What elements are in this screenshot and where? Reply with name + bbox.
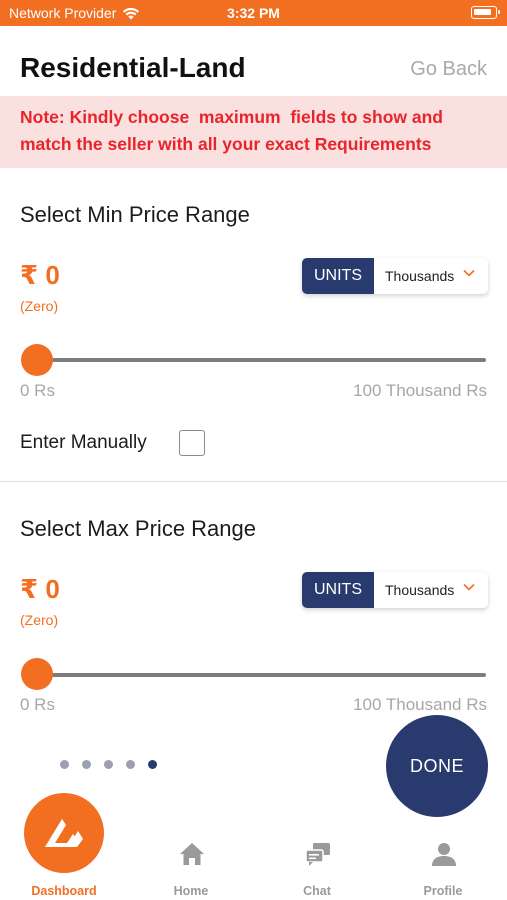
min-price-value: ₹ 0: [20, 260, 60, 290]
page-dot-active[interactable]: [148, 760, 157, 769]
tab-bar: Dashboard Home Chat Profile: [0, 810, 507, 900]
max-units-label: UNITS: [302, 572, 374, 608]
min-slider-range-min: 0 Rs: [20, 381, 55, 400]
min-price-title: Select Min Price Range: [20, 202, 250, 227]
home-icon: [180, 843, 204, 865]
page-dot[interactable]: [126, 760, 135, 769]
max-price-slider-track[interactable]: [36, 673, 486, 677]
min-units-selector[interactable]: UNITS Thousands: [302, 258, 488, 294]
section-divider: [0, 481, 507, 482]
max-price-title: Select Max Price Range: [20, 516, 256, 541]
max-units-selector[interactable]: UNITS Thousands: [302, 572, 488, 608]
tab-label: Profile: [423, 884, 463, 898]
page-dot[interactable]: [104, 760, 113, 769]
page-dot[interactable]: [82, 760, 91, 769]
chat-icon: [305, 843, 330, 866]
enter-manually-checkbox[interactable]: [179, 430, 205, 456]
page-dot[interactable]: [60, 760, 69, 769]
max-slider-range-max: 100 Thousand Rs: [353, 695, 487, 714]
enter-manually-label: Enter Manually: [20, 432, 147, 453]
min-price-slider-track[interactable]: [36, 358, 486, 362]
status-time: 3:32 PM: [227, 5, 280, 21]
page-indicator: [60, 760, 157, 769]
tab-label: Home: [173, 884, 209, 898]
profile-icon: [432, 843, 456, 866]
min-slider-range-max: 100 Thousand Rs: [353, 381, 487, 400]
max-units-value: Thousands: [385, 582, 455, 598]
note-banner: Note: Kindly choose maximum fields to sh…: [0, 96, 507, 168]
status-bar: Network Provider 3:32 PM: [0, 0, 507, 26]
max-price-slider-thumb[interactable]: [21, 658, 53, 690]
min-units-value: Thousands: [385, 268, 455, 284]
tab-label: Dashboard: [31, 884, 97, 898]
chevron-down-icon: [463, 269, 475, 277]
min-units-dropdown[interactable]: Thousands: [374, 258, 488, 294]
max-price-value: ₹ 0: [20, 574, 60, 604]
tab-label: Chat: [303, 884, 331, 898]
min-price-slider-thumb[interactable]: [21, 344, 53, 376]
tab-dashboard[interactable]: Dashboard: [14, 810, 114, 900]
done-button[interactable]: DONE: [386, 715, 488, 817]
max-price-words: (Zero): [20, 612, 59, 628]
max-units-dropdown[interactable]: Thousands: [374, 572, 488, 608]
tab-profile[interactable]: Profile: [393, 810, 493, 900]
tab-chat[interactable]: Chat: [267, 810, 367, 900]
page-title: Residential-Land: [20, 52, 246, 83]
chevron-down-icon: [463, 583, 475, 591]
go-back-button[interactable]: Go Back: [410, 58, 487, 81]
max-slider-range-min: 0 Rs: [20, 695, 55, 714]
min-price-words: (Zero): [20, 298, 59, 314]
tab-home[interactable]: Home: [141, 810, 241, 900]
battery-icon: [471, 6, 500, 19]
min-units-label: UNITS: [302, 258, 374, 294]
header: Residential-Land Go Back: [0, 26, 507, 96]
